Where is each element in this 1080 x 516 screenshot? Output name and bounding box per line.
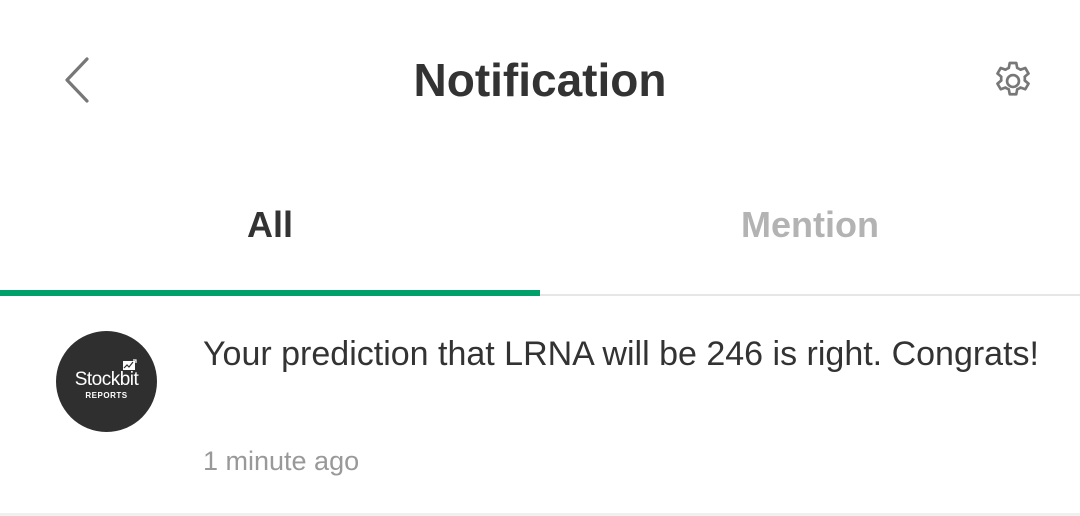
avatar-subtitle: REPORTS [85,391,128,400]
chevron-left-icon [65,57,89,103]
notification-message: Your prediction that LRNA will be 246 is… [203,335,1039,373]
back-button[interactable] [50,50,102,110]
app-header: Notification [0,0,1080,160]
settings-button[interactable] [984,52,1042,110]
tab-mention-label: Mention [741,204,879,245]
page-title: Notification [413,54,667,106]
avatar-brand: Stockbit [74,369,139,390]
tab-all[interactable]: All [0,160,540,296]
gear-icon [996,61,1030,96]
notification-item[interactable]: Stockbit REPORTS Your prediction that LR… [0,296,1080,516]
tab-mention[interactable]: Mention [540,160,1080,294]
tab-bar: All Mention [0,160,1080,296]
tab-all-label: All [246,204,293,245]
notification-timestamp: 1 minute ago [203,446,360,476]
avatar: Stockbit REPORTS [56,331,157,432]
